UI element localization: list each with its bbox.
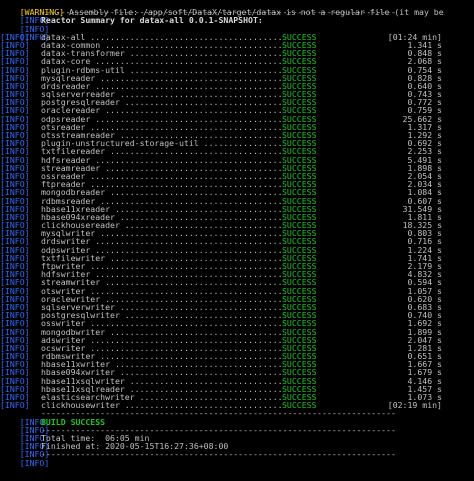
module-list: [INFO] datax-all ........................… [0,33,474,410]
info-tag: [INFO] [0,400,30,411]
log-line: [INFO] ----------------------------------… [0,449,474,467]
reactor-summary-title: Reactor Summary for datax-all 0.0.1-SNAP… [41,15,263,26]
separator: ----------------------------------------… [41,449,396,460]
terminal-window[interactable]: [WARNING] Assembly file: /app/soft/DataX… [0,0,474,481]
info-tag: [INFO] [19,457,50,468]
log-line: [INFO] Reactor Summary for datax-all 0.0.… [0,15,474,33]
